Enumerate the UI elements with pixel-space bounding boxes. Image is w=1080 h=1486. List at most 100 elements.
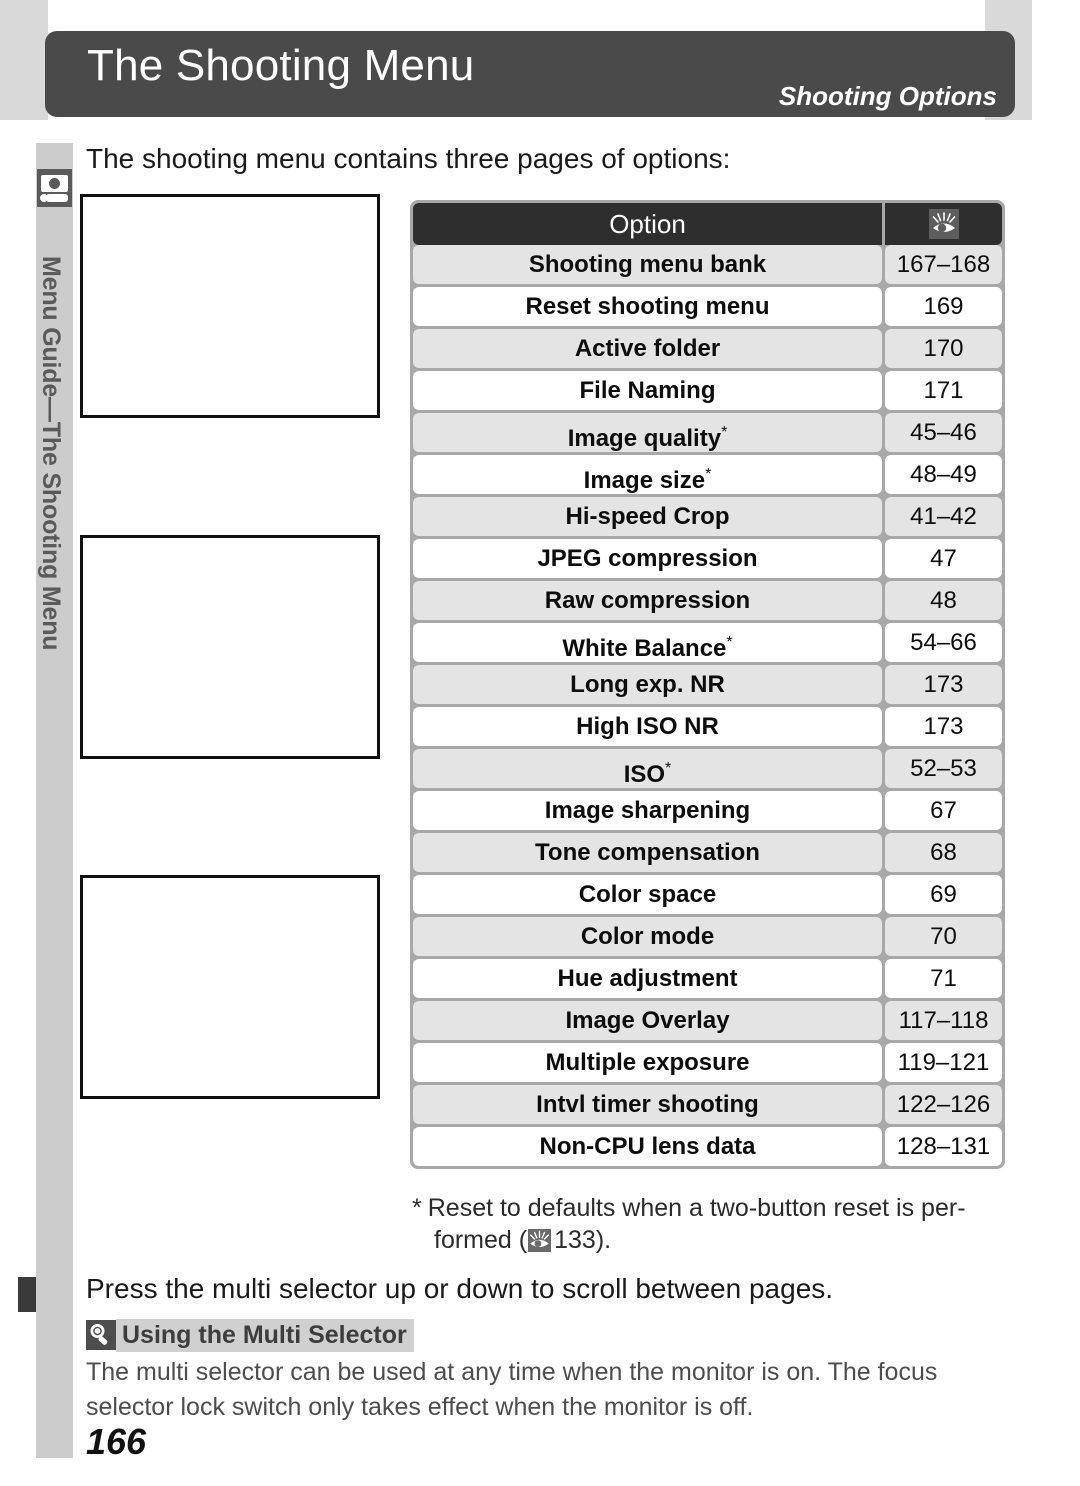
footnote-star: * (726, 634, 733, 651)
sidebar-chapter-tab-marker (18, 1277, 36, 1312)
table-cell-option: JPEG compression (413, 539, 882, 578)
camera-icon (37, 169, 72, 207)
table-cell-page: 48 (885, 581, 1002, 620)
table-cell-option: White Balance* (413, 623, 882, 662)
table-cell-page: 69 (885, 875, 1002, 914)
table-cell-page: 169 (885, 287, 1002, 326)
table-cell-option: Tone compensation (413, 833, 882, 872)
table-cell-page: 173 (885, 665, 1002, 704)
table-cell-page: 117–118 (885, 1001, 1002, 1040)
camera-icon-base (46, 194, 68, 202)
table-cell-option: Color space (413, 875, 882, 914)
footnote-star: * (721, 424, 728, 441)
table-row: ISO* 52–53 (413, 749, 1002, 788)
table-row: High ISO NR 173 (413, 707, 1002, 746)
table-row: Long exp. NR 173 (413, 665, 1002, 704)
page-number: 166 (86, 1421, 147, 1462)
table-row: Shooting menu bank 167–168 (413, 245, 1002, 284)
table-cell-option: Shooting menu bank (413, 245, 882, 284)
tip-title: Using the Multi Selector (116, 1318, 414, 1352)
table-row: Non-CPU lens data 128–131 (413, 1127, 1002, 1166)
table-row: Hi-speed Crop 41–42 (413, 497, 1002, 536)
table-row: File Naming 171 (413, 371, 1002, 410)
table-cell-option: Hue adjustment (413, 959, 882, 998)
press-instruction: Press the multi selector up or down to s… (86, 1273, 834, 1304)
menu-screenshot-page3 (80, 875, 380, 1099)
table-cell-page: 54–66 (885, 623, 1002, 662)
table-row: Image Overlay 117–118 (413, 1001, 1002, 1040)
table-cell-page: 122–126 (885, 1085, 1002, 1124)
table-cell-page: 71 (885, 959, 1002, 998)
table-body: Shooting menu bank 167–168 Reset shooting … (413, 245, 1002, 1166)
table-cell-option: Image size* (413, 455, 882, 494)
table-cell-option: Image Overlay (413, 1001, 882, 1040)
footnote-page-ref: 133 (554, 1226, 596, 1254)
table-cell-option: Color mode (413, 917, 882, 956)
table-row: Hue adjustment 71 (413, 959, 1002, 998)
table-cell-page: 173 (885, 707, 1002, 746)
table-cell-option: Raw compression (413, 581, 882, 620)
table-row: Image sharpening 67 (413, 791, 1002, 830)
table-cell-option: ISO* (413, 749, 882, 788)
table-row: Raw compression 48 (413, 581, 1002, 620)
menu-screenshot-page1 (80, 194, 380, 418)
eye-reference-icon (928, 209, 959, 239)
table-cell-page: 52–53 (885, 749, 1002, 788)
table-cell-option: File Naming (413, 371, 882, 410)
tip-heading: Using the Multi Selector (86, 1318, 414, 1352)
table-cell-page: 45–46 (885, 413, 1002, 452)
sidebar-chapter-label-text: Menu Guide—The Shooting Menu (37, 255, 65, 651)
footnote-marker: * (412, 1194, 422, 1222)
table-row: Intvl timer shooting 122–126 (413, 1085, 1002, 1124)
table-cell-page: 70 (885, 917, 1002, 956)
table-cell-page: 47 (885, 539, 1002, 578)
footnote-line2-pre: formed ( (434, 1226, 528, 1254)
sidebar-chapter-label: Menu Guide—The Shooting Menu (36, 218, 73, 688)
table-row: Color space 69 (413, 875, 1002, 914)
table-row: Color mode 70 (413, 917, 1002, 956)
shooting-options-table: Option Shooting menu bank 167–168 Reset sh… (410, 200, 1005, 1169)
table-cell-option: Active folder (413, 329, 882, 368)
table-cell-option: Image quality* (413, 413, 882, 452)
table-header-row: Option (413, 203, 1002, 245)
table-cell-option: High ISO NR (413, 707, 882, 746)
table-cell-option: Multiple exposure (413, 1043, 882, 1082)
footnote-star: * (665, 760, 672, 777)
page-header: The Shooting Menu Shooting Options (45, 31, 1015, 117)
table-cell-option: Image sharpening (413, 791, 882, 830)
table-cell-page: 128–131 (885, 1127, 1002, 1166)
eye-reference-icon-inline (528, 1229, 552, 1252)
camera-icon-dot (40, 194, 48, 202)
intro-paragraph: The shooting menu contains three pages o… (86, 143, 731, 174)
camera-icon-lens (49, 178, 60, 189)
table-cell-option: Reset shooting menu (413, 287, 882, 326)
footnote-star: * (705, 466, 712, 483)
table-row: Image size* 48–49 (413, 455, 1002, 494)
footnote-line1: Reset to defaults when a two-button rese… (427, 1194, 966, 1222)
table-header-option: Option (413, 203, 882, 245)
table-cell-option: Intvl timer shooting (413, 1085, 882, 1124)
table-row: White Balance* 54–66 (413, 623, 1002, 662)
table-cell-option: Long exp. NR (413, 665, 882, 704)
tip-body: The multi selector can be used at any ti… (86, 1358, 938, 1421)
table-cell-page: 41–42 (885, 497, 1002, 536)
table-cell-page: 171 (885, 371, 1002, 410)
table-row: JPEG compression 47 (413, 539, 1002, 578)
table-row: Reset shooting menu 169 (413, 287, 1002, 326)
table-cell-option: Non-CPU lens data (413, 1127, 882, 1166)
table-cell-page: 67 (885, 791, 1002, 830)
table-row: Active folder 170 (413, 329, 1002, 368)
magnifier-tip-icon (86, 1320, 116, 1350)
table-cell-page: 170 (885, 329, 1002, 368)
top-band-left (0, 0, 48, 120)
table-header-page-ref (885, 203, 1002, 245)
table-row: Multiple exposure 119–121 (413, 1043, 1002, 1082)
table-row: Image quality* 45–46 (413, 413, 1002, 452)
table-cell-page: 48–49 (885, 455, 1002, 494)
table-footnote: * Reset to defaults when a two-button res… (412, 1192, 1012, 1256)
table-cell-page: 119–121 (885, 1043, 1002, 1082)
table-cell-option: Hi-speed Crop (413, 497, 882, 536)
footnote-line2-post: ). (595, 1226, 612, 1254)
menu-screenshot-page2 (80, 535, 380, 759)
table-cell-page: 167–168 (885, 245, 1002, 284)
